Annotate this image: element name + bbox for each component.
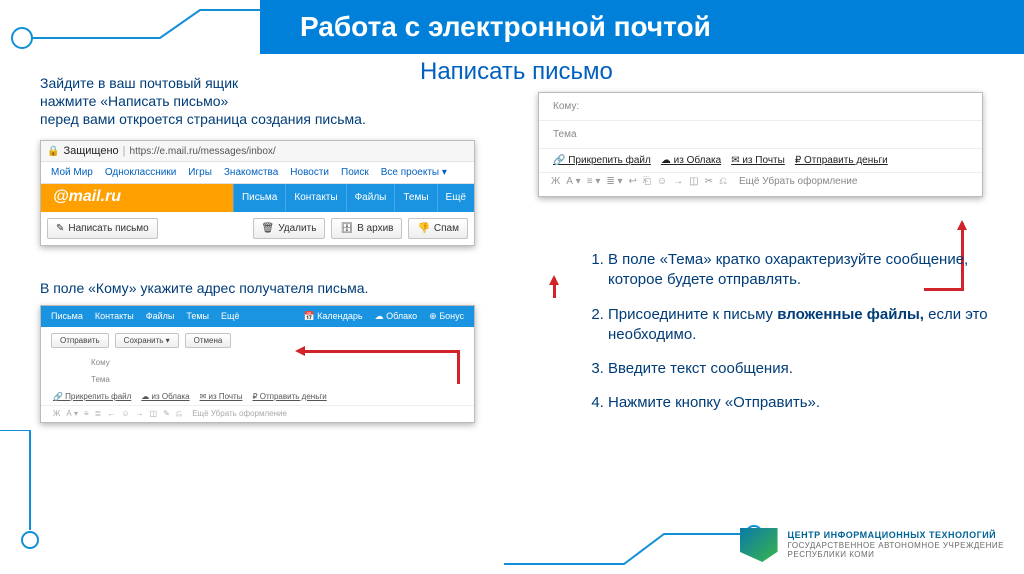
to-field-large[interactable]: Кому:: [539, 93, 982, 121]
step-2: Присоедините к письму вложенные файлы, е…: [608, 305, 990, 346]
attach-row: 🔗 Прикрепить файл ☁ из Облака ✉ из Почты…: [41, 388, 474, 405]
compose-icon: ✎: [56, 223, 64, 234]
secure-label: Защищено: [63, 145, 118, 157]
compose-button[interactable]: ✎Написать письмо: [47, 218, 158, 239]
steps-list: В поле «Тема» кратко охарактеризуйте соо…: [580, 250, 990, 428]
url-text: https://e.mail.ru/messages/inbox/: [130, 146, 276, 157]
attach-file[interactable]: 🔗 Прикрепить файл: [553, 155, 651, 166]
cancel-button[interactable]: Отмена: [185, 333, 232, 348]
screenshot-compose-small: ПисьмаКонтактыФайлыТемыЕщё 📅 Календарь☁ …: [40, 305, 475, 423]
attach-cloud[interactable]: ☁ из Облака: [141, 392, 189, 401]
slide-title: Работа с электронной почтой: [300, 11, 711, 43]
attach-mail[interactable]: ✉ из Почты: [200, 392, 243, 401]
lock-icon: 🔒: [47, 146, 59, 157]
subject-field-large[interactable]: Тема: [539, 121, 982, 149]
instruction-paragraph-1: Зайдите в ваш почтовый ящик нажмите «Нап…: [40, 74, 440, 129]
instruction-paragraph-2: В поле «Кому» укажите адрес получателя п…: [40, 280, 440, 296]
action-button-row: ✎Написать письмо 🗑Удалить 🗄В архив 👎Спам: [41, 212, 474, 245]
screenshot-compose-large: Кому: Тема 🔗 Прикрепить файл ☁ из Облака…: [538, 92, 983, 197]
to-field[interactable]: Кому: [41, 354, 474, 371]
logo-row: @mail.ru ПисьмаКонтактыФайлыТемыЕщё: [41, 184, 474, 212]
browser-address-bar: 🔒 Защищено | https://e.mail.ru/messages/…: [41, 141, 474, 162]
attach-row-large: 🔗 Прикрепить файл ☁ из Облака ✉ из Почты…: [539, 149, 982, 172]
step-4: Нажмите кнопку «Отправить».: [608, 393, 990, 413]
send-money[interactable]: ₽ Отправить деньги: [252, 392, 326, 401]
title-band: Работа с электронной почтой: [260, 0, 1024, 54]
arrow-attach-icon: [553, 278, 556, 298]
top-subnav: Мой МирОдноклассникиИгрыЗнакомстваНовост…: [41, 162, 474, 184]
step-1: В поле «Тема» кратко охарактеризуйте соо…: [608, 250, 990, 291]
main-tabs: ПисьмаКонтактыФайлыТемыЕщё: [233, 184, 474, 212]
attach-cloud[interactable]: ☁ из Облака: [661, 155, 721, 166]
editor-toolbar-large: ЖА ▾≡ ▾≣ ▾↩⎗☺→◫✂⎌ Ещё Убрать оформление: [539, 172, 982, 190]
send-money[interactable]: ₽ Отправить деньги: [795, 155, 888, 166]
footer-mark-icon: [740, 528, 778, 562]
spam-icon: 👎: [417, 223, 429, 234]
delete-button[interactable]: 🗑Удалить: [253, 218, 326, 239]
step-3: Введите текст сообщения.: [608, 359, 990, 379]
trash-icon: 🗑: [262, 223, 275, 234]
save-button[interactable]: Сохранить ▾: [115, 333, 179, 348]
spam-button[interactable]: 👎Спам: [408, 218, 468, 239]
archive-icon: 🗄: [340, 223, 353, 234]
mail-logo: @mail.ru: [41, 184, 133, 212]
footer-text: ЦЕНТР ИНФОРМАЦИОННЫХ ТЕХНОЛОГИЙ ГОСУДАРС…: [788, 530, 1004, 560]
screenshot-inbox: 🔒 Защищено | https://e.mail.ru/messages/…: [40, 140, 475, 246]
subject-field[interactable]: Тема: [41, 371, 474, 388]
attach-mail[interactable]: ✉ из Почты: [731, 155, 785, 166]
attach-file[interactable]: 🔗 Прикрепить файл: [53, 392, 131, 401]
footer-logo: ЦЕНТР ИНФОРМАЦИОННЫХ ТЕХНОЛОГИЙ ГОСУДАРС…: [740, 528, 1004, 562]
arrow-to-field-icon: [300, 350, 460, 353]
archive-button[interactable]: 🗄В архив: [331, 218, 402, 239]
section-subtitle: Написать письмо: [420, 58, 613, 86]
editor-toolbar: ЖА ▾≡≣←☺→◫✎⎌ Ещё Убрать оформление: [41, 405, 474, 422]
send-button[interactable]: Отправить: [51, 333, 109, 348]
compose-topbar: ПисьмаКонтактыФайлыТемыЕщё 📅 Календарь☁ …: [41, 306, 474, 327]
